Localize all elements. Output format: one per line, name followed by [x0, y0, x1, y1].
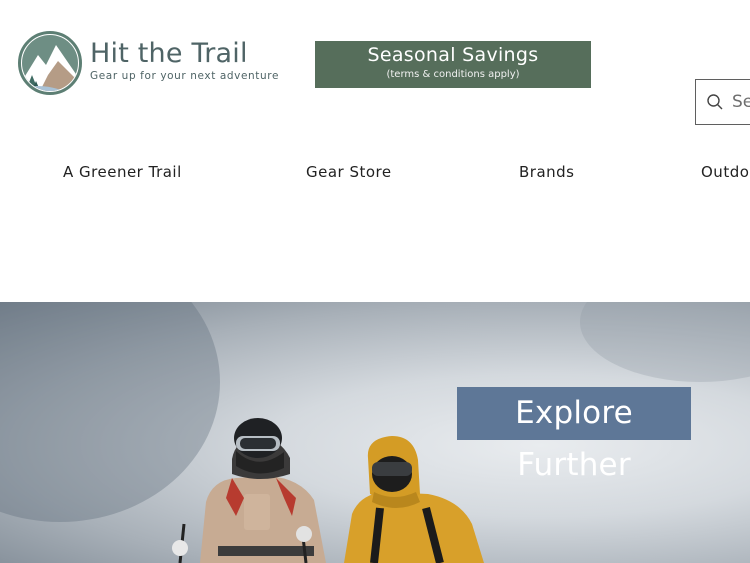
promo-subtitle: (terms & conditions apply): [386, 69, 520, 80]
nav-item-outdoor[interactable]: Outdoor: [701, 163, 750, 181]
explore-further-button[interactable]: Explore Further: [457, 387, 691, 483]
logo-tagline: Gear up for your next adventure: [90, 69, 280, 82]
site-logo[interactable]: Hit the Trail Gear up for your next adve…: [18, 31, 279, 95]
nav-item-gear-store[interactable]: Gear Store: [306, 163, 392, 181]
promo-title: Seasonal Savings: [367, 44, 539, 66]
search-box[interactable]: [695, 79, 750, 125]
nav-item-brands[interactable]: Brands: [519, 163, 575, 181]
search-input[interactable]: [732, 92, 750, 112]
skier-yellow: [344, 436, 484, 563]
nav-item-a-greener-trail[interactable]: A Greener Trail: [63, 163, 182, 181]
hero-section: Explore Further: [0, 302, 750, 563]
logo-title: Hit the Trail: [90, 37, 248, 69]
search-icon[interactable]: [706, 93, 724, 111]
seasonal-savings-banner[interactable]: Seasonal Savings (terms & conditions app…: [315, 41, 591, 88]
mountain-logo-icon: [18, 31, 82, 95]
